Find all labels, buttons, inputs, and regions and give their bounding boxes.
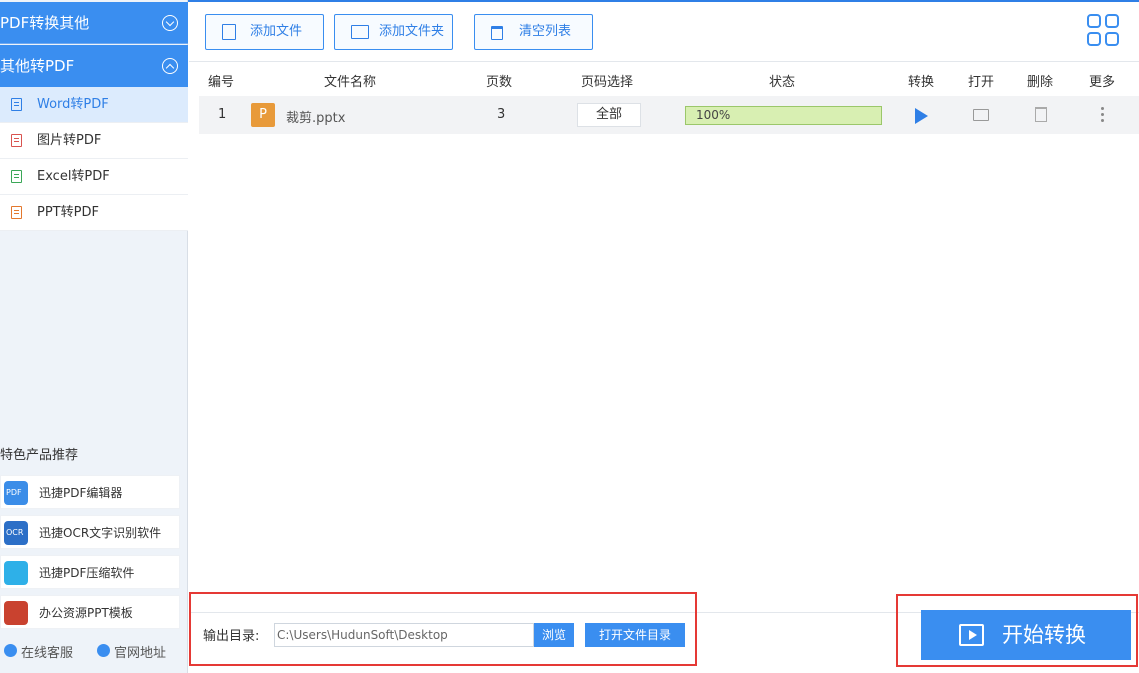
toolbar: 添加文件 添加文件夹 清空列表 — [189, 2, 1139, 62]
sidebar-item-ppt-to-pdf[interactable]: PPT转PDF — [0, 195, 188, 231]
table-header: 编号 文件名称 页数 页码选择 状态 转换 打开 删除 更多 — [189, 64, 1139, 94]
sidebar-item-label: 图片转PDF — [37, 133, 102, 148]
sidebar-item-label: Excel转PDF — [37, 169, 110, 184]
clear-list-button[interactable]: 清空列表 — [474, 14, 593, 50]
output-dir-label: 输出目录: — [203, 629, 260, 644]
more-vertical-icon[interactable] — [1101, 107, 1104, 122]
col-delete: 删除 — [1027, 75, 1054, 90]
row-pages: 3 — [497, 107, 506, 122]
chevron-down-icon — [162, 15, 178, 31]
sidebar: PDF转换其他 其他转PDF Word转PDF 图片转PDF Excel转PDF… — [0, 0, 188, 673]
rec-label: 迅捷PDF编辑器 — [39, 486, 123, 500]
col-more: 更多 — [1089, 75, 1116, 90]
col-number: 编号 — [208, 75, 235, 90]
open-folder-icon[interactable] — [973, 109, 989, 121]
category-label: 其他转PDF — [0, 57, 75, 75]
rec-label: 迅捷OCR文字识别软件 — [39, 526, 162, 540]
col-open: 打开 — [968, 75, 995, 90]
image-file-icon — [11, 134, 22, 147]
col-page-select: 页码选择 — [581, 75, 634, 90]
play-convert-icon[interactable] — [915, 108, 928, 124]
ppt-template-icon — [4, 601, 28, 625]
compress-icon — [4, 561, 28, 585]
col-convert: 转换 — [908, 75, 935, 90]
excel-file-icon — [11, 170, 22, 183]
table-row[interactable]: 1 P 裁剪.pptx 3 全部 100% — [199, 96, 1139, 134]
open-directory-button[interactable]: 打开文件目录 — [585, 623, 685, 647]
word-file-icon — [11, 98, 22, 111]
add-file-label: 添加文件 — [250, 24, 303, 39]
col-filename: 文件名称 — [324, 75, 377, 90]
website-icon — [97, 644, 110, 657]
row-number: 1 — [218, 107, 227, 122]
sidebar-footer: 在线客服 官网地址 — [0, 640, 188, 664]
rec-label: 迅捷PDF压缩软件 — [39, 566, 135, 580]
col-pages: 页数 — [486, 75, 513, 90]
customer-service-icon — [4, 644, 17, 657]
start-convert-button[interactable]: 开始转换 — [921, 610, 1131, 660]
category-pdf-to-other[interactable]: PDF转换其他 — [0, 2, 188, 44]
recommend-title: 特色产品推荐 — [0, 448, 79, 463]
start-convert-label: 开始转换 — [1002, 623, 1086, 647]
ppt-badge-icon: P — [251, 103, 275, 127]
page-select-dropdown[interactable]: 全部 — [577, 103, 641, 127]
delete-icon[interactable] — [1035, 107, 1047, 122]
rec-pdf-compress[interactable]: 迅捷PDF压缩软件 — [0, 555, 180, 589]
row-filename: 裁剪.pptx — [286, 111, 346, 126]
category-label: PDF转换其他 — [0, 14, 90, 32]
rec-ppt-templates[interactable]: 办公资源PPT模板 — [0, 595, 180, 629]
pdf-editor-icon: PDF — [4, 481, 28, 505]
app-window: PDF转换其他 其他转PDF Word转PDF 图片转PDF Excel转PDF… — [0, 0, 1139, 673]
add-file-icon — [222, 24, 236, 40]
category-other-to-pdf[interactable]: 其他转PDF — [0, 45, 188, 87]
sidebar-item-label: PPT转PDF — [37, 205, 99, 220]
clear-list-label: 清空列表 — [519, 24, 572, 39]
add-folder-label: 添加文件夹 — [379, 24, 445, 39]
trash-icon — [491, 26, 503, 40]
col-status: 状态 — [769, 75, 796, 90]
ppt-file-icon — [11, 206, 22, 219]
online-service-link[interactable]: 在线客服 — [21, 642, 73, 661]
play-icon — [959, 624, 984, 646]
add-folder-button[interactable]: 添加文件夹 — [334, 14, 453, 50]
progress-bar: 100% — [685, 106, 882, 125]
add-folder-icon — [351, 25, 369, 39]
output-path-input[interactable]: C:\Users\HudunSoft\Desktop — [274, 623, 534, 647]
browse-button[interactable]: 浏览 — [534, 623, 574, 647]
sidebar-item-label: Word转PDF — [37, 97, 109, 112]
sidebar-item-image-to-pdf[interactable]: 图片转PDF — [0, 123, 188, 159]
rec-label: 办公资源PPT模板 — [39, 606, 133, 620]
rec-ocr[interactable]: OCR 迅捷OCR文字识别软件 — [0, 515, 180, 549]
sidebar-item-excel-to-pdf[interactable]: Excel转PDF — [0, 159, 188, 195]
rec-pdf-editor[interactable]: PDF 迅捷PDF编辑器 — [0, 475, 180, 509]
website-link[interactable]: 官网地址 — [114, 642, 166, 661]
sidebar-subitems: Word转PDF 图片转PDF Excel转PDF PPT转PDF — [0, 87, 188, 231]
add-file-button[interactable]: 添加文件 — [205, 14, 324, 50]
ocr-icon: OCR — [4, 521, 28, 545]
progress-text: 100% — [696, 108, 731, 122]
grid-menu-icon[interactable] — [1087, 14, 1121, 48]
sidebar-item-word-to-pdf[interactable]: Word转PDF — [0, 87, 188, 123]
chevron-up-icon — [162, 58, 178, 74]
